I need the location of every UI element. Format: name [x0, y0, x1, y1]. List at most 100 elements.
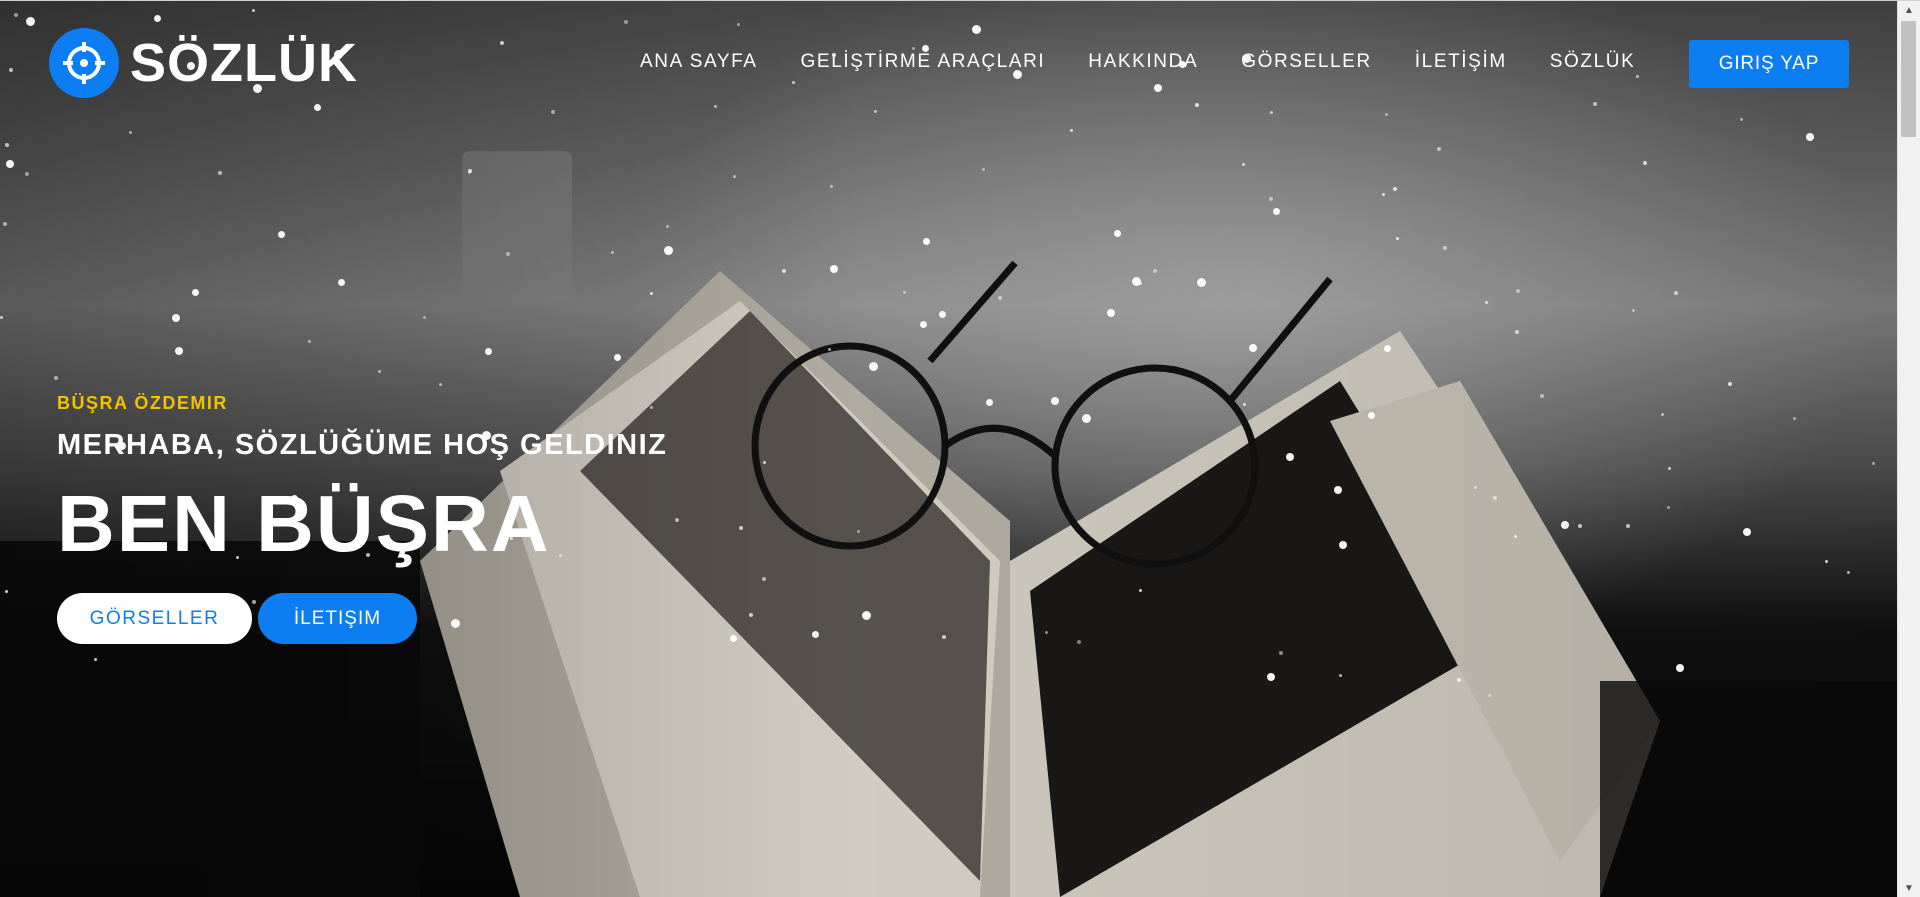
snow-particle: [1674, 291, 1678, 295]
browser-viewport: SÖZLÜK ANA SAYFA GELİŞTİRME ARAÇLARI HAK…: [0, 0, 1920, 897]
snow-particle: [252, 600, 256, 604]
snow-particle: [1107, 309, 1115, 317]
snow-particle: [1825, 560, 1828, 563]
snow-particle: [857, 530, 860, 533]
vertical-scrollbar[interactable]: ▲ ▼: [1897, 1, 1920, 897]
hero-title: BEN BÜŞRA: [57, 479, 551, 568]
snow-particle: [830, 265, 838, 273]
snow-particle: [308, 340, 311, 343]
snow-particle: [1273, 208, 1280, 215]
snow-particle: [1540, 394, 1544, 398]
snow-particle: [1676, 664, 1684, 672]
snow-particle: [763, 461, 766, 464]
snow-particle: [1578, 524, 1582, 528]
snow-particle: [1267, 673, 1275, 681]
snow-particle: [812, 631, 819, 638]
snow-particle: [129, 131, 132, 134]
snow-particle: [278, 231, 285, 238]
snow-particle: [650, 406, 653, 409]
nav-item-contact[interactable]: İLETİŞİM: [1415, 51, 1507, 73]
snow-particle: [218, 171, 222, 175]
snow-particle: [862, 611, 871, 620]
snow-particle: [1139, 589, 1142, 592]
snow-particle: [1132, 277, 1141, 286]
login-button[interactable]: GIRIŞ YAP: [1689, 40, 1849, 88]
snow-particle: [1077, 640, 1081, 644]
snow-particle: [733, 175, 736, 178]
snow-particle: [1197, 278, 1206, 287]
snow-particle: [782, 269, 786, 273]
snow-particle: [192, 289, 199, 296]
snow-particle: [1070, 129, 1073, 132]
snow-particle: [939, 311, 946, 318]
brand-name: SÖZLÜK: [130, 33, 358, 93]
nav-item-dictionary[interactable]: SÖZLÜK: [1550, 51, 1636, 73]
nav-item-dev-tools[interactable]: GELİŞTİRME ARAÇLARI: [801, 51, 1046, 73]
snow-particle: [730, 635, 737, 642]
snow-particle: [1384, 345, 1391, 352]
scroll-up-icon[interactable]: ▲: [1898, 1, 1920, 19]
snow-particle: [1339, 541, 1347, 549]
snow-particle: [3, 222, 7, 226]
snow-particle: [1561, 521, 1569, 529]
snow-particle: [1082, 414, 1091, 423]
snow-particle: [1668, 467, 1671, 470]
snow-particle: [1457, 678, 1461, 682]
snow-particle: [739, 526, 743, 530]
snow-particle: [175, 347, 183, 355]
snow-particle: [664, 246, 673, 255]
snow-particle: [468, 169, 472, 173]
snow-particle: [1368, 412, 1375, 419]
snow-particle: [1743, 528, 1751, 536]
snow-particle: [762, 577, 766, 581]
snow-particle: [869, 362, 878, 371]
snow-particle: [1269, 197, 1273, 201]
snow-particle: [1493, 496, 1497, 500]
snow-particle: [1661, 413, 1664, 416]
contact-button[interactable]: İLETIŞIM: [258, 593, 417, 644]
snow-particle: [1286, 453, 1294, 461]
snow-particle: [1334, 486, 1342, 494]
snow-particle: [172, 314, 180, 322]
snow-particle: [1728, 382, 1732, 386]
snow-particle: [1516, 289, 1520, 293]
snow-particle: [1437, 147, 1441, 151]
snow-particle: [1339, 674, 1342, 677]
snow-particle: [1514, 535, 1517, 538]
snow-particle: [650, 292, 653, 295]
snow-particle: [982, 168, 985, 171]
snow-particle: [94, 658, 97, 661]
hero-author: BÜŞRA ÖZDEMIR: [57, 393, 228, 413]
hero-welcome: MERHABA, SÖZLÜĞÜME HOŞ GELDINIZ: [57, 429, 668, 461]
snow-particle: [559, 554, 562, 557]
scroll-thumb[interactable]: [1901, 21, 1916, 137]
snow-particle: [1806, 133, 1814, 141]
snow-particle: [1114, 230, 1121, 237]
nav-item-gallery[interactable]: GÖRSELLER: [1241, 51, 1372, 73]
snow-particle: [25, 172, 29, 176]
snow-particle: [666, 225, 669, 228]
snow-particle: [1051, 397, 1059, 405]
nav-item-about[interactable]: HAKKINDA: [1088, 51, 1198, 73]
snow-particle: [1249, 344, 1257, 352]
main-nav: ANA SAYFA GELİŞTİRME ARAÇLARI HAKKINDA G…: [640, 51, 1678, 73]
snow-particle: [1396, 237, 1399, 240]
snow-particle: [920, 321, 927, 328]
snow-particle: [830, 185, 833, 188]
snow-particle: [6, 160, 14, 168]
snow-particle: [1643, 161, 1647, 165]
snow-particle: [1393, 187, 1397, 191]
snow-particle: [1793, 417, 1796, 420]
snow-particle: [451, 619, 460, 628]
snow-particle: [54, 376, 58, 380]
nav-item-home[interactable]: ANA SAYFA: [640, 51, 758, 73]
gallery-button[interactable]: GÖRSELLER: [57, 593, 252, 644]
snow-particle: [1279, 651, 1283, 655]
snow-particle: [986, 399, 993, 406]
snow-particle: [1045, 631, 1048, 634]
snow-particle: [1847, 571, 1850, 574]
snow-particle: [1443, 246, 1447, 250]
scroll-down-icon[interactable]: ▼: [1898, 879, 1920, 897]
snow-particle: [675, 518, 679, 522]
site-logo[interactable]: SÖZLÜK: [49, 28, 358, 98]
